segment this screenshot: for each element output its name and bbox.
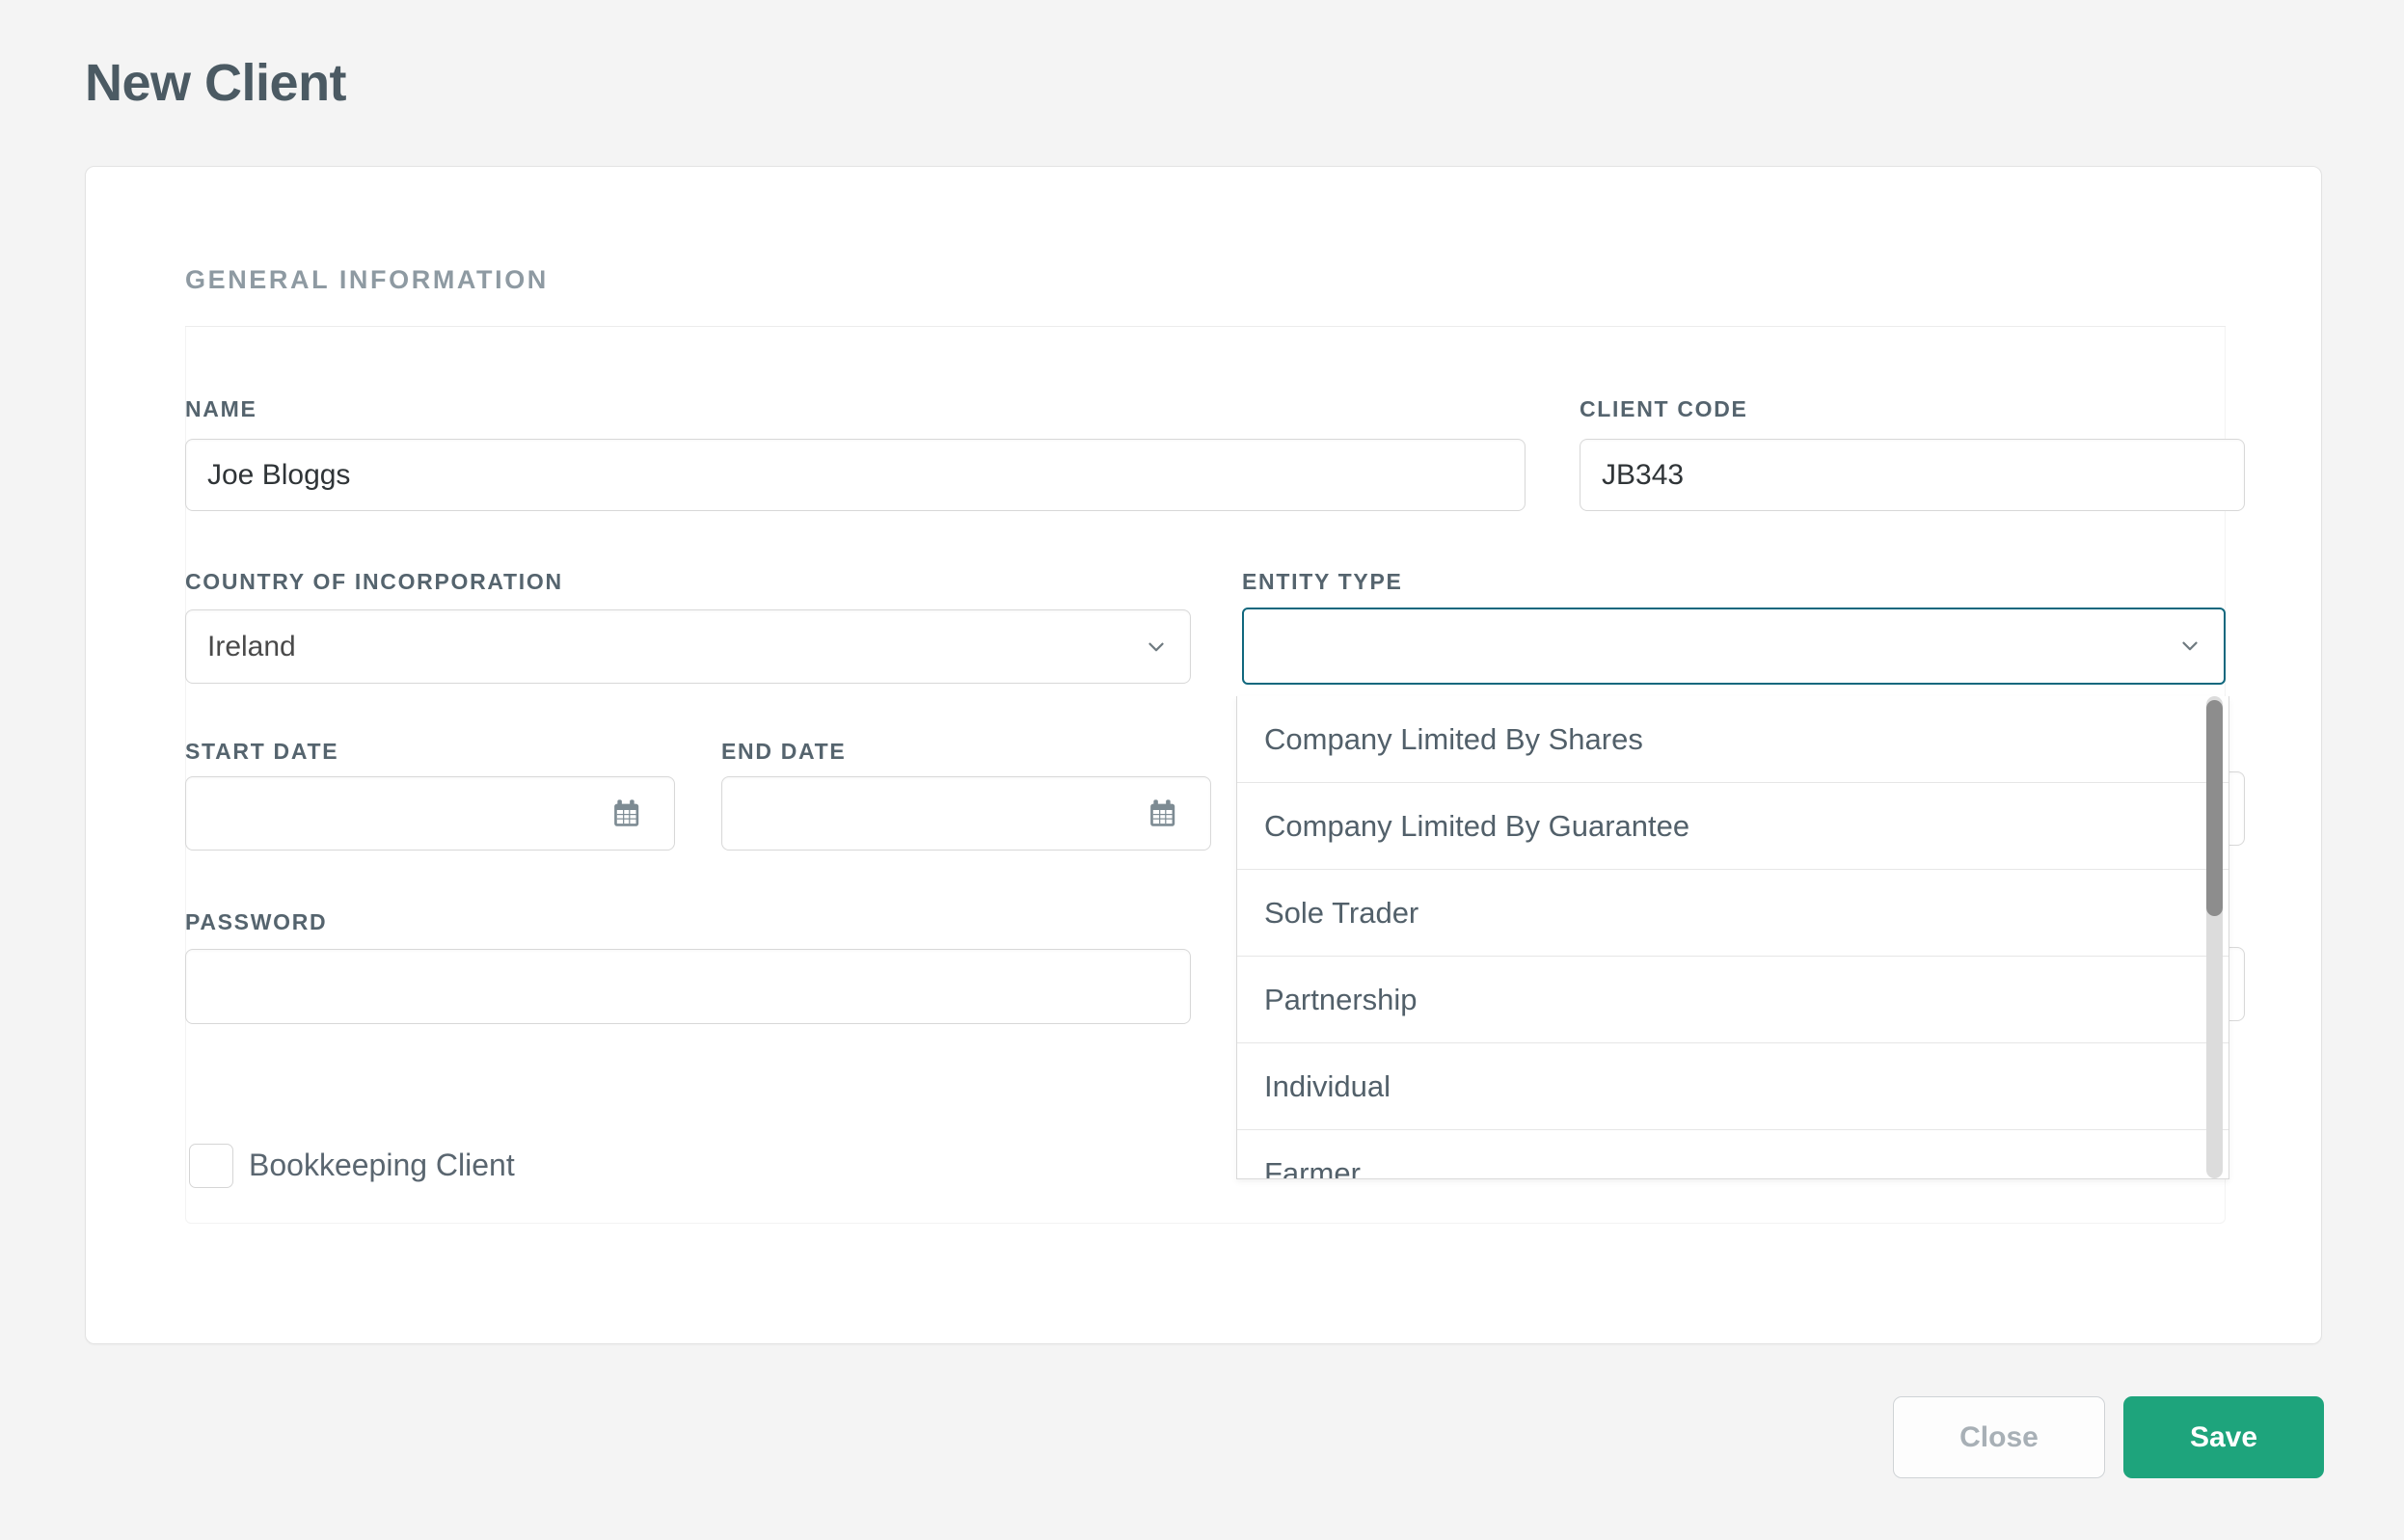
name-label: NAME: [185, 396, 257, 421]
dropdown-option[interactable]: Sole Trader: [1237, 870, 2228, 957]
end-date-input[interactable]: [721, 776, 1211, 851]
section-heading: GENERAL INFORMATION: [185, 265, 549, 294]
end-date-label: END DATE: [721, 739, 847, 764]
dropdown-option[interactable]: Farmer: [1237, 1130, 2228, 1178]
dropdown-scrollbar-track[interactable]: [2206, 696, 2223, 1178]
chevron-down-icon: [1144, 635, 1169, 660]
chevron-down-icon: [2177, 634, 2202, 659]
start-date-input[interactable]: [185, 776, 675, 851]
page-title: New Client: [85, 54, 347, 112]
dropdown-option[interactable]: Company Limited By Shares: [1237, 696, 2228, 783]
dropdown-option[interactable]: Individual: [1237, 1043, 2228, 1130]
close-button[interactable]: Close: [1893, 1396, 2105, 1478]
entity-type-label: ENTITY TYPE: [1242, 569, 1403, 594]
client-code-label: CLIENT CODE: [1580, 396, 1748, 421]
entity-type-select[interactable]: [1242, 608, 2226, 685]
calendar-icon[interactable]: [1149, 798, 1178, 829]
dropdown-option[interactable]: Partnership: [1237, 957, 2228, 1043]
calendar-icon[interactable]: [613, 798, 642, 829]
close-button-label: Close: [1959, 1420, 2039, 1453]
dropdown-scrollbar-thumb[interactable]: [2206, 700, 2223, 916]
name-input[interactable]: [185, 439, 1526, 511]
bookkeeping-client-label: Bookkeeping Client: [249, 1148, 515, 1182]
client-code-input[interactable]: [1580, 439, 2245, 511]
entity-type-dropdown-menu[interactable]: Company Limited By Shares Company Limite…: [1236, 696, 2229, 1179]
country-of-incorporation-value: Ireland: [207, 630, 296, 662]
save-button[interactable]: Save: [2123, 1396, 2324, 1478]
save-button-label: Save: [2189, 1420, 2258, 1453]
country-of-incorporation-label: COUNTRY OF INCORPORATION: [185, 569, 563, 594]
dropdown-option[interactable]: Company Limited By Guarantee: [1237, 783, 2228, 870]
password-input[interactable]: [185, 949, 1191, 1024]
country-of-incorporation-select[interactable]: Ireland: [185, 609, 1191, 684]
new-client-page: New Client GENERAL INFORMATION NAME CLIE…: [0, 0, 2404, 1540]
bookkeeping-client-checkbox[interactable]: [189, 1144, 233, 1188]
start-date-label: START DATE: [185, 739, 339, 764]
password-label: PASSWORD: [185, 909, 328, 934]
